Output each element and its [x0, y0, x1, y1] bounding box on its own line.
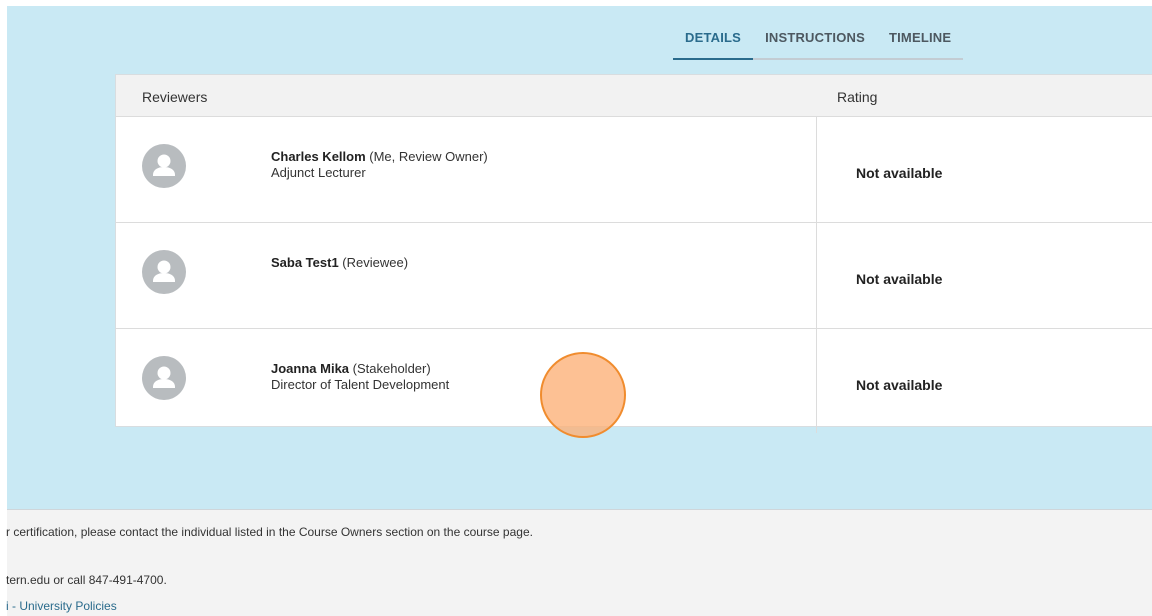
tab-timeline[interactable]: TIMELINE [877, 24, 963, 58]
cursor-highlight [540, 352, 626, 438]
rating-value: Not available [856, 165, 943, 181]
reviewer-info: Charles Kellom (Me, Review Owner) Adjunc… [271, 149, 488, 181]
left-edge [0, 0, 7, 616]
footer-contact-text[interactable]: tern.edu or call 847-491-4700. [6, 573, 167, 587]
column-divider [816, 117, 817, 222]
reviewer-name: Joanna Mika [271, 361, 350, 376]
avatar [142, 144, 186, 188]
rating-value: Not available [856, 377, 943, 393]
reviewer-role: (Stakeholder) [349, 361, 431, 376]
column-divider [816, 329, 817, 433]
tab-details[interactable]: DETAILS [673, 24, 754, 60]
column-divider [816, 223, 817, 328]
avatar [142, 250, 186, 294]
footer-support-text: r certification, please contact the indi… [6, 525, 533, 539]
reviewers-table: Reviewers Rating Charles Kellom (Me, Rev… [115, 74, 1152, 433]
person-icon [153, 260, 175, 282]
avatar [142, 356, 186, 400]
reviewer-info: Saba Test1 (Reviewee) [271, 255, 408, 271]
reviewer-info: Joanna Mika (Stakeholder) Director of Ta… [271, 361, 449, 393]
page-footer: r certification, please contact the indi… [6, 509, 1152, 616]
rating-value: Not available [856, 271, 943, 287]
tab-instructions[interactable]: INSTRUCTIONS [753, 24, 877, 58]
reviewer-name: Saba Test1 [271, 255, 339, 270]
footer-policies-link[interactable]: i - University Policies [6, 599, 117, 613]
column-header-reviewers: Reviewers [142, 89, 208, 105]
person-icon [153, 366, 175, 388]
person-icon [153, 154, 175, 176]
screen: DETAILS INSTRUCTIONS TIMELINE Reviewers … [0, 0, 1152, 616]
table-row: Saba Test1 (Reviewee) Not available [116, 223, 1152, 329]
reviewer-title: Adjunct Lecturer [271, 165, 366, 180]
reviewer-title: Director of Talent Development [271, 377, 450, 392]
reviewer-name: Charles Kellom [271, 149, 366, 164]
reviewer-role: (Reviewee) [338, 255, 409, 270]
table-header: Reviewers Rating [116, 75, 1152, 117]
column-header-rating: Rating [837, 89, 878, 105]
reviewer-role: (Me, Review Owner) [365, 149, 488, 164]
table-row: Joanna Mika (Stakeholder) Director of Ta… [116, 329, 1152, 433]
tab-bar: DETAILS INSTRUCTIONS TIMELINE [673, 24, 964, 60]
table-row: Charles Kellom (Me, Review Owner) Adjunc… [116, 117, 1152, 223]
